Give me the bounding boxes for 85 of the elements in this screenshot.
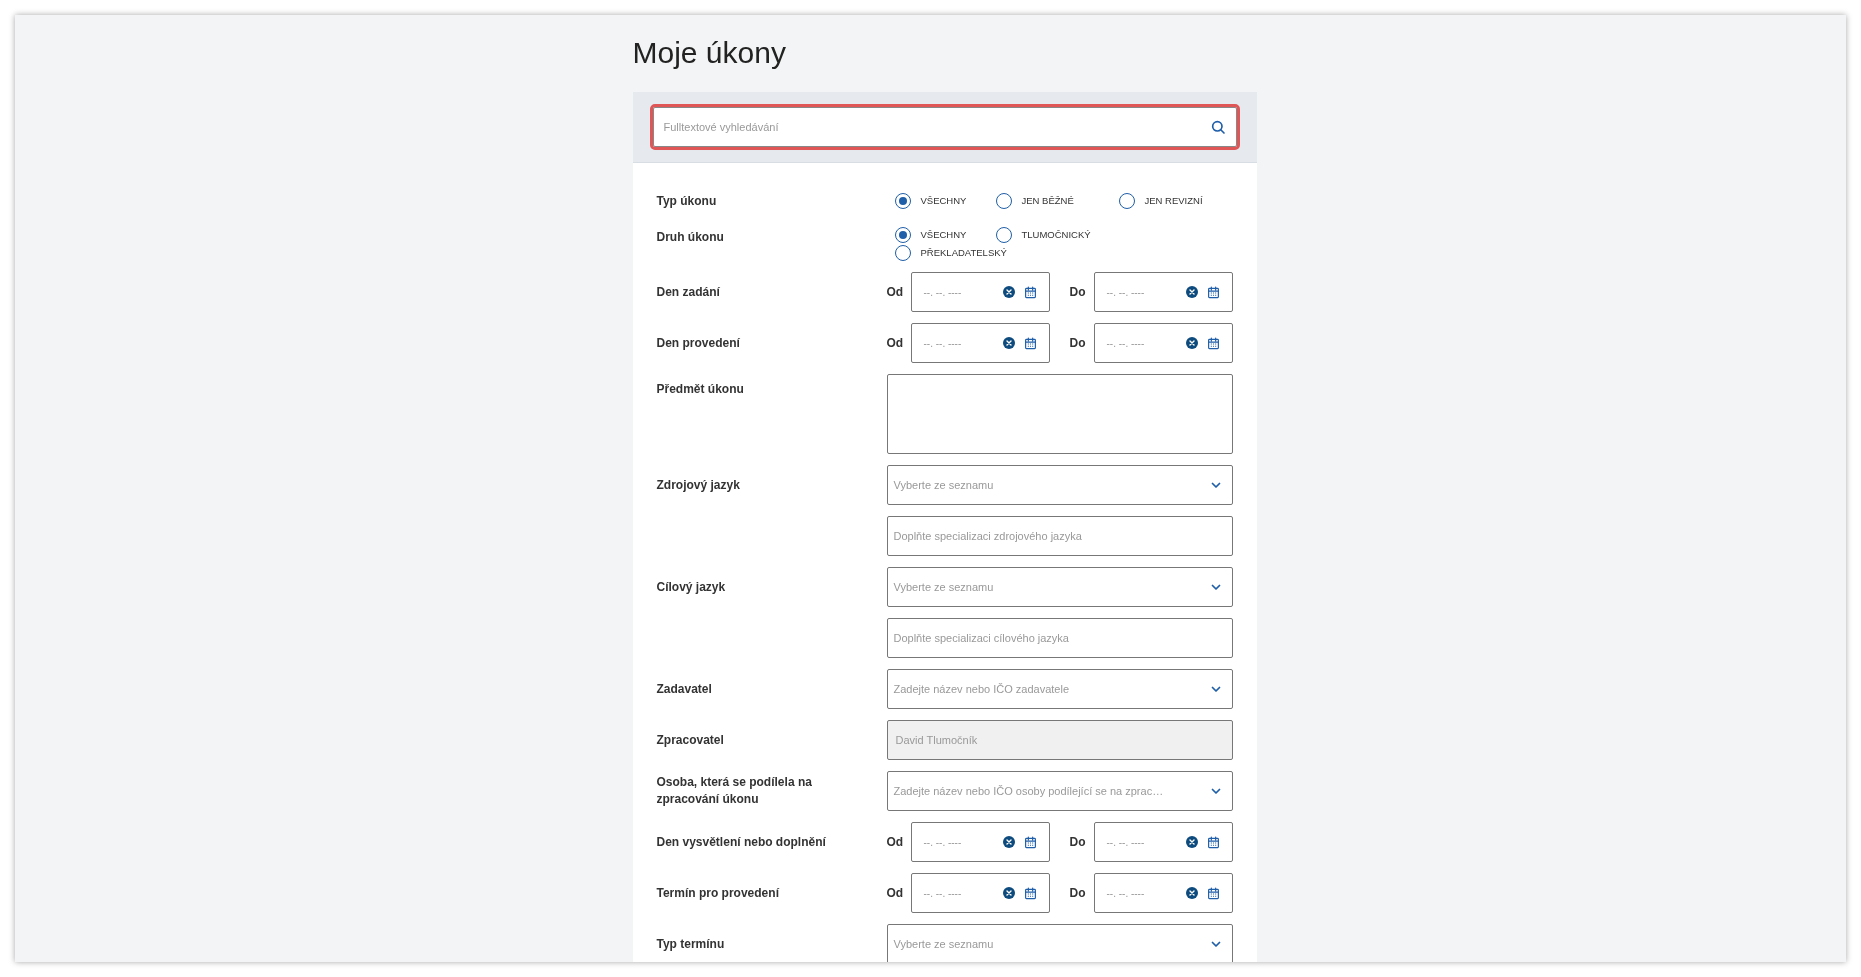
date-input[interactable]: --. --. ----: [910, 323, 1050, 363]
clear-icon[interactable]: [1002, 887, 1015, 899]
field-label: Zpracovatel: [656, 731, 725, 749]
radio-label: TLUMOČNICKÝ: [1021, 227, 1091, 242]
select-field[interactable]: Vyberte ze seznamu: [886, 465, 1233, 505]
select-placeholder: Zadejte název nebo IČO osoby podílející se na zprac…: [893, 783, 1164, 799]
radio-label: JEN REVIZNÍ: [1144, 193, 1203, 208]
input-field[interactable]: Doplňte specializaci cílového jazyka: [886, 618, 1233, 658]
search-icon[interactable]: [1209, 119, 1226, 135]
page-title: Moje úkony: [632, 35, 787, 71]
field-label: Předmět úkonu: [656, 382, 745, 396]
select-placeholder: Vyberte ze seznamu: [893, 477, 994, 493]
date-placeholder: --. --. ----: [923, 886, 963, 901]
calendar-icon[interactable]: [1206, 835, 1220, 849]
calendar-icon[interactable]: [1206, 886, 1220, 900]
date-placeholder: --. --. ----: [1106, 886, 1146, 901]
radio-button[interactable]: [894, 227, 911, 243]
field-label: Den vysvětlení nebo doplnění: [656, 833, 827, 851]
date-input[interactable]: --. --. ----: [1093, 873, 1233, 913]
select-placeholder: Vyberte ze seznamu: [893, 936, 994, 952]
clear-icon[interactable]: [1185, 337, 1198, 349]
clear-icon[interactable]: [1002, 286, 1015, 298]
date-input[interactable]: --. --. ----: [1093, 272, 1233, 312]
date-placeholder: --. --. ----: [923, 336, 963, 351]
clear-icon[interactable]: [1002, 836, 1015, 848]
radio-button[interactable]: [995, 227, 1012, 243]
field-label: Osoba, která se podílela na zpracování úkonu: [656, 774, 813, 808]
field-label: Cílový jazyk: [656, 578, 727, 596]
select-placeholder: Vyberte ze seznamu: [893, 579, 994, 595]
date-range-label: Do: [1069, 885, 1087, 902]
textarea-field[interactable]: [886, 374, 1233, 454]
date-range-label: Od: [886, 335, 905, 352]
date-range-label: Od: [886, 284, 905, 301]
date-input[interactable]: --. --. ----: [910, 822, 1050, 862]
clear-icon[interactable]: [1002, 337, 1015, 349]
calendar-icon[interactable]: [1023, 835, 1037, 849]
date-range-label: Od: [886, 885, 905, 902]
calendar-icon[interactable]: [1023, 285, 1037, 299]
search-field[interactable]: Fulltextové vyhledávání: [652, 107, 1237, 147]
radio-label: VŠECHNY: [920, 193, 967, 208]
radio-button[interactable]: [894, 245, 911, 261]
calendar-icon[interactable]: [1023, 336, 1037, 350]
date-placeholder: --. --. ----: [1106, 285, 1146, 300]
field-label: Zadavatel: [656, 680, 713, 698]
field-label: Typ úkonu: [656, 193, 718, 210]
radio-button[interactable]: [1118, 193, 1135, 209]
radio-label: PŘEKLADATELSKÝ: [920, 245, 1007, 260]
clear-icon[interactable]: [1185, 887, 1198, 899]
radio-label: JEN BĚŽNÉ: [1021, 193, 1074, 208]
date-range-label: Do: [1069, 834, 1087, 851]
date-placeholder: --. --. ----: [923, 835, 963, 850]
calendar-icon[interactable]: [1023, 886, 1037, 900]
clear-icon[interactable]: [1185, 836, 1198, 848]
date-placeholder: --. --. ----: [923, 285, 963, 300]
date-input[interactable]: --. --. ----: [910, 272, 1050, 312]
date-input[interactable]: --. --. ----: [1093, 323, 1233, 363]
field-label: Druh úkonu: [656, 228, 725, 246]
input-field[interactable]: Doplňte specializaci zdrojového jazyka: [886, 516, 1233, 556]
field-value: David Tlumočník: [895, 732, 978, 748]
radio-button[interactable]: [894, 193, 911, 209]
field-label: Termín pro provedení: [656, 884, 780, 902]
radio-label: VŠECHNY: [920, 227, 967, 242]
date-range-label: Od: [886, 834, 905, 851]
select-field[interactable]: Zadejte název nebo IČO zadavatele: [886, 669, 1233, 709]
date-range-label: Do: [1069, 335, 1087, 352]
date-input[interactable]: --. --. ----: [1093, 822, 1233, 862]
select-placeholder: Zadejte název nebo IČO zadavatele: [893, 681, 1069, 697]
date-range-label: Do: [1069, 284, 1087, 301]
field-label: Den zadání: [656, 283, 721, 301]
calendar-icon[interactable]: [1206, 285, 1220, 299]
select-field[interactable]: Vyberte ze seznamu: [886, 567, 1233, 607]
select-field[interactable]: Zadejte název nebo IČO osoby podílející se na zprac…: [886, 771, 1233, 811]
clear-icon[interactable]: [1185, 286, 1198, 298]
field-label: Typ termínu: [656, 935, 726, 953]
field-label: Zdrojový jazyk: [656, 476, 741, 494]
date-placeholder: --. --. ----: [1106, 336, 1146, 351]
input-placeholder: Doplňte specializaci cílového jazyka: [893, 630, 1069, 646]
field-label: Den provedení: [656, 334, 741, 352]
search-placeholder: Fulltextové vyhledávání: [663, 119, 779, 135]
select-field[interactable]: Vyberte ze seznamu: [886, 924, 1233, 962]
input-placeholder: Doplňte specializaci zdrojového jazyka: [893, 528, 1082, 544]
calendar-icon[interactable]: [1206, 336, 1220, 350]
date-placeholder: --. --. ----: [1106, 835, 1146, 850]
date-input[interactable]: --. --. ----: [910, 873, 1050, 913]
radio-button[interactable]: [995, 193, 1012, 209]
